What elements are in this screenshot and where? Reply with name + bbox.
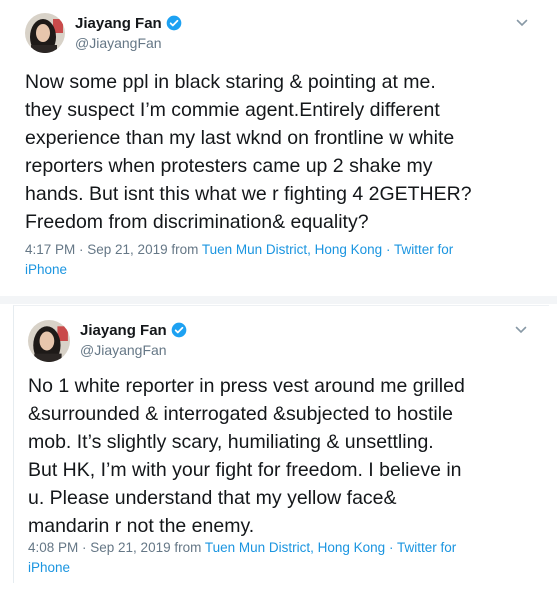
source-link[interactable]: · Twitter for: [382, 242, 453, 257]
tweet-text-line: mandarin r not the enemy.: [28, 515, 255, 537]
tweet-text-line: But HK, I’m with your fight for freedom.…: [28, 459, 462, 481]
location-link[interactable]: Tuen Mun District, Hong Kong: [205, 540, 385, 555]
author-name[interactable]: Jiayang Fan: [75, 15, 182, 32]
avatar[interactable]: [25, 13, 65, 53]
tweet-text-line: mob. It’s slightly scary, humiliating & …: [28, 431, 434, 453]
verified-badge-icon: [171, 322, 187, 338]
tweet-card: Jiayang Fan @JiayangFan No 1 white repor…: [13, 305, 549, 583]
timestamp[interactable]: 4:17 PM · Sep 21, 2019 from: [25, 242, 202, 257]
divider: [0, 296, 557, 304]
tweet-text-line: they suspect I’m commie agent.Entirely d…: [25, 99, 440, 121]
author-handle[interactable]: @JiayangFan: [75, 35, 162, 51]
tweet-text-line: &surrounded & interrogated &subjected to…: [28, 403, 453, 425]
avatar[interactable]: [28, 320, 70, 362]
tweet-text-line: reporters when protesters came up 2 shak…: [25, 155, 433, 177]
timestamp[interactable]: 4:08 PM · Sep 21, 2019 from: [28, 540, 205, 555]
tweet-text: No 1 white reporter in press vest around…: [28, 372, 465, 540]
chevron-down-icon[interactable]: [515, 325, 527, 335]
tweet-text-line: Freedom from discrimination& equality?: [25, 211, 369, 233]
tweet-text-line: experience than my last wknd on frontlin…: [25, 127, 455, 149]
source-link[interactable]: · Twitter for: [385, 540, 456, 555]
verified-badge-icon: [166, 15, 182, 31]
source-link-continued[interactable]: iPhone: [25, 262, 67, 277]
location-link[interactable]: Tuen Mun District, Hong Kong: [202, 242, 382, 257]
tweet-text-line: hands. But isnt this what we r fighting …: [25, 183, 472, 205]
author-name[interactable]: Jiayang Fan: [80, 322, 187, 339]
tweet-text-line: u. Please understand that my yellow face…: [28, 487, 397, 509]
tweet-meta: 4:08 PM · Sep 21, 2019 from Tuen Mun Dis…: [28, 538, 456, 578]
tweet-text-line: No 1 white reporter in press vest around…: [28, 375, 465, 397]
source-link-continued[interactable]: iPhone: [28, 560, 70, 575]
author-name-text[interactable]: Jiayang Fan: [75, 15, 162, 32]
author-handle[interactable]: @JiayangFan: [80, 342, 167, 358]
tweet-text: Now some ppl in black staring & pointing…: [25, 68, 472, 236]
tweet-card: Jiayang Fan @JiayangFan Now some ppl in …: [0, 0, 557, 296]
tweet-text-line: Now some ppl in black staring & pointing…: [25, 71, 436, 93]
tweet-meta: 4:17 PM · Sep 21, 2019 from Tuen Mun Dis…: [25, 240, 453, 280]
chevron-down-icon[interactable]: [516, 18, 528, 28]
author-name-text[interactable]: Jiayang Fan: [80, 322, 167, 339]
